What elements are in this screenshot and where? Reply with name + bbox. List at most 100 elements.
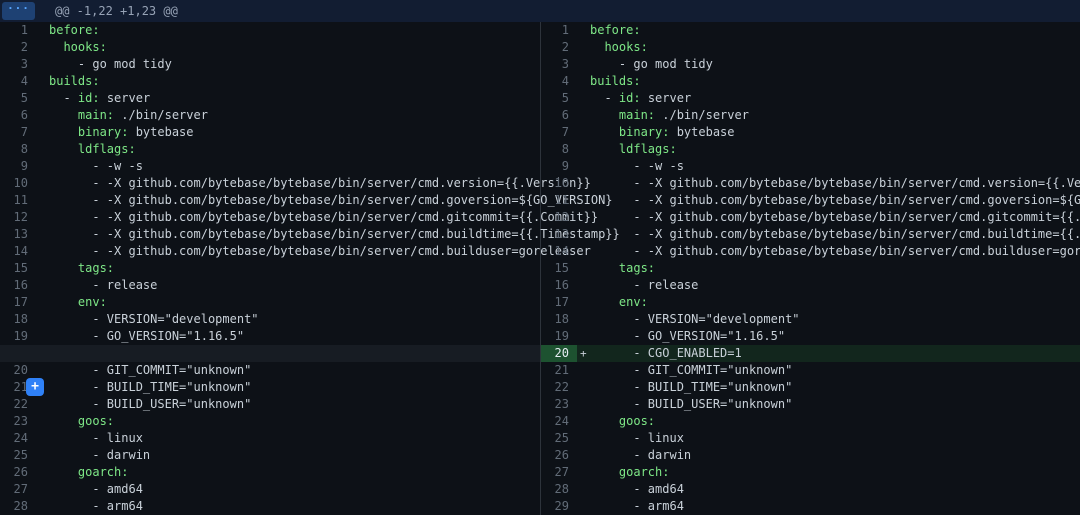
- line-number: [0, 345, 36, 362]
- line-number[interactable]: 11: [0, 192, 36, 209]
- line-number[interactable]: 20: [541, 345, 577, 362]
- line-number[interactable]: 10: [0, 175, 36, 192]
- add-comment-button[interactable]: +: [26, 378, 44, 396]
- code-line: - release: [49, 277, 157, 294]
- diff-marker: [577, 56, 590, 73]
- line-number[interactable]: 6: [541, 107, 577, 124]
- diff-marker: [577, 430, 590, 447]
- line-number[interactable]: 3: [541, 56, 577, 73]
- line-number[interactable]: 21: [541, 362, 577, 379]
- line-number[interactable]: 7: [0, 124, 36, 141]
- line-number[interactable]: 12: [0, 209, 36, 226]
- line-number[interactable]: 26: [0, 464, 36, 481]
- line-number[interactable]: 2: [0, 39, 36, 56]
- diff-marker: [36, 260, 49, 277]
- code-line: - -w -s: [49, 158, 143, 175]
- line-number[interactable]: 3: [0, 56, 36, 73]
- diff-marker: [36, 158, 49, 175]
- line-number[interactable]: 8: [541, 141, 577, 158]
- diff-row: 1 before:: [0, 22, 540, 39]
- code-line: - go mod tidy: [49, 56, 172, 73]
- diff-row: 2 hooks:: [0, 39, 540, 56]
- line-number[interactable]: 22: [541, 379, 577, 396]
- line-number[interactable]: 17: [541, 294, 577, 311]
- line-number[interactable]: 16: [0, 277, 36, 294]
- line-number[interactable]: 17: [0, 294, 36, 311]
- code-line: before:: [49, 22, 100, 39]
- line-number[interactable]: 11: [541, 192, 577, 209]
- line-number[interactable]: 15: [541, 260, 577, 277]
- line-number[interactable]: 9: [0, 158, 36, 175]
- line-number[interactable]: 26: [541, 447, 577, 464]
- diff-row: 22 - BUILD_TIME="unknown": [541, 379, 1080, 396]
- line-number[interactable]: 16: [541, 277, 577, 294]
- diff-marker: [36, 413, 49, 430]
- line-number[interactable]: 20: [0, 362, 36, 379]
- diff-marker: [36, 226, 49, 243]
- diff-row: 9 - -w -s: [0, 158, 540, 175]
- diff-marker: [577, 22, 590, 39]
- line-number[interactable]: 7: [541, 124, 577, 141]
- diff-marker: [577, 277, 590, 294]
- diff-marker: [36, 175, 49, 192]
- diff-row: 12 - -X github.com/bytebase/bytebase/bin…: [541, 209, 1080, 226]
- diff-marker: [577, 107, 590, 124]
- line-number[interactable]: 22: [0, 396, 36, 413]
- code-line: - -X github.com/bytebase/bytebase/bin/se…: [590, 175, 1080, 192]
- line-number[interactable]: 27: [0, 481, 36, 498]
- line-number[interactable]: 18: [0, 311, 36, 328]
- diff-marker: [36, 294, 49, 311]
- line-number[interactable]: 18: [541, 311, 577, 328]
- diff-marker: [36, 22, 49, 39]
- line-number[interactable]: 4: [0, 73, 36, 90]
- diff-row: 14 - -X github.com/bytebase/bytebase/bin…: [0, 243, 540, 260]
- code-line: builds:: [49, 73, 100, 90]
- code-line: goos:: [49, 413, 114, 430]
- line-number[interactable]: 9: [541, 158, 577, 175]
- line-number[interactable]: 5: [0, 90, 36, 107]
- code-line: - VERSION="development": [590, 311, 800, 328]
- diff-row: 7 binary: bytebase: [0, 124, 540, 141]
- line-number[interactable]: 14: [0, 243, 36, 260]
- code-line: - darwin: [590, 447, 691, 464]
- diff-marker: [577, 90, 590, 107]
- diff-marker: [36, 447, 49, 464]
- line-number[interactable]: 25: [0, 447, 36, 464]
- diff-marker: [36, 430, 49, 447]
- expand-hunk-button[interactable]: ···: [2, 2, 35, 20]
- line-number[interactable]: 1: [0, 22, 36, 39]
- code-line: - -X github.com/bytebase/bytebase/bin/se…: [49, 192, 613, 209]
- line-number[interactable]: 5: [541, 90, 577, 107]
- code-line: goarch:: [590, 464, 669, 481]
- line-number[interactable]: 28: [541, 481, 577, 498]
- diff-marker: [36, 464, 49, 481]
- line-number[interactable]: 6: [0, 107, 36, 124]
- code-line: - BUILD_USER="unknown": [590, 396, 792, 413]
- diff-row: 16 - release: [0, 277, 540, 294]
- line-number[interactable]: 15: [0, 260, 36, 277]
- diff-row: 23 - BUILD_USER="unknown": [541, 396, 1080, 413]
- line-number[interactable]: 23: [541, 396, 577, 413]
- diff-marker: [577, 73, 590, 90]
- line-number[interactable]: 25: [541, 430, 577, 447]
- line-number[interactable]: 1: [541, 22, 577, 39]
- line-number[interactable]: 23: [0, 413, 36, 430]
- line-number[interactable]: 24: [541, 413, 577, 430]
- line-number[interactable]: 24: [0, 430, 36, 447]
- line-number[interactable]: 8: [0, 141, 36, 158]
- diff-marker: [36, 328, 49, 345]
- line-number[interactable]: 14: [541, 243, 577, 260]
- line-number[interactable]: 29: [541, 498, 577, 515]
- line-number[interactable]: 4: [541, 73, 577, 90]
- line-number[interactable]: 13: [541, 226, 577, 243]
- line-number[interactable]: 19: [0, 328, 36, 345]
- diff-row: 4 builds:: [0, 73, 540, 90]
- line-number[interactable]: 19: [541, 328, 577, 345]
- line-number[interactable]: 13: [0, 226, 36, 243]
- line-number[interactable]: 12: [541, 209, 577, 226]
- line-number[interactable]: 2: [541, 39, 577, 56]
- line-number[interactable]: 27: [541, 464, 577, 481]
- line-number[interactable]: 28: [0, 498, 36, 515]
- line-number[interactable]: 10: [541, 175, 577, 192]
- diff-row: 18 - VERSION="development": [0, 311, 540, 328]
